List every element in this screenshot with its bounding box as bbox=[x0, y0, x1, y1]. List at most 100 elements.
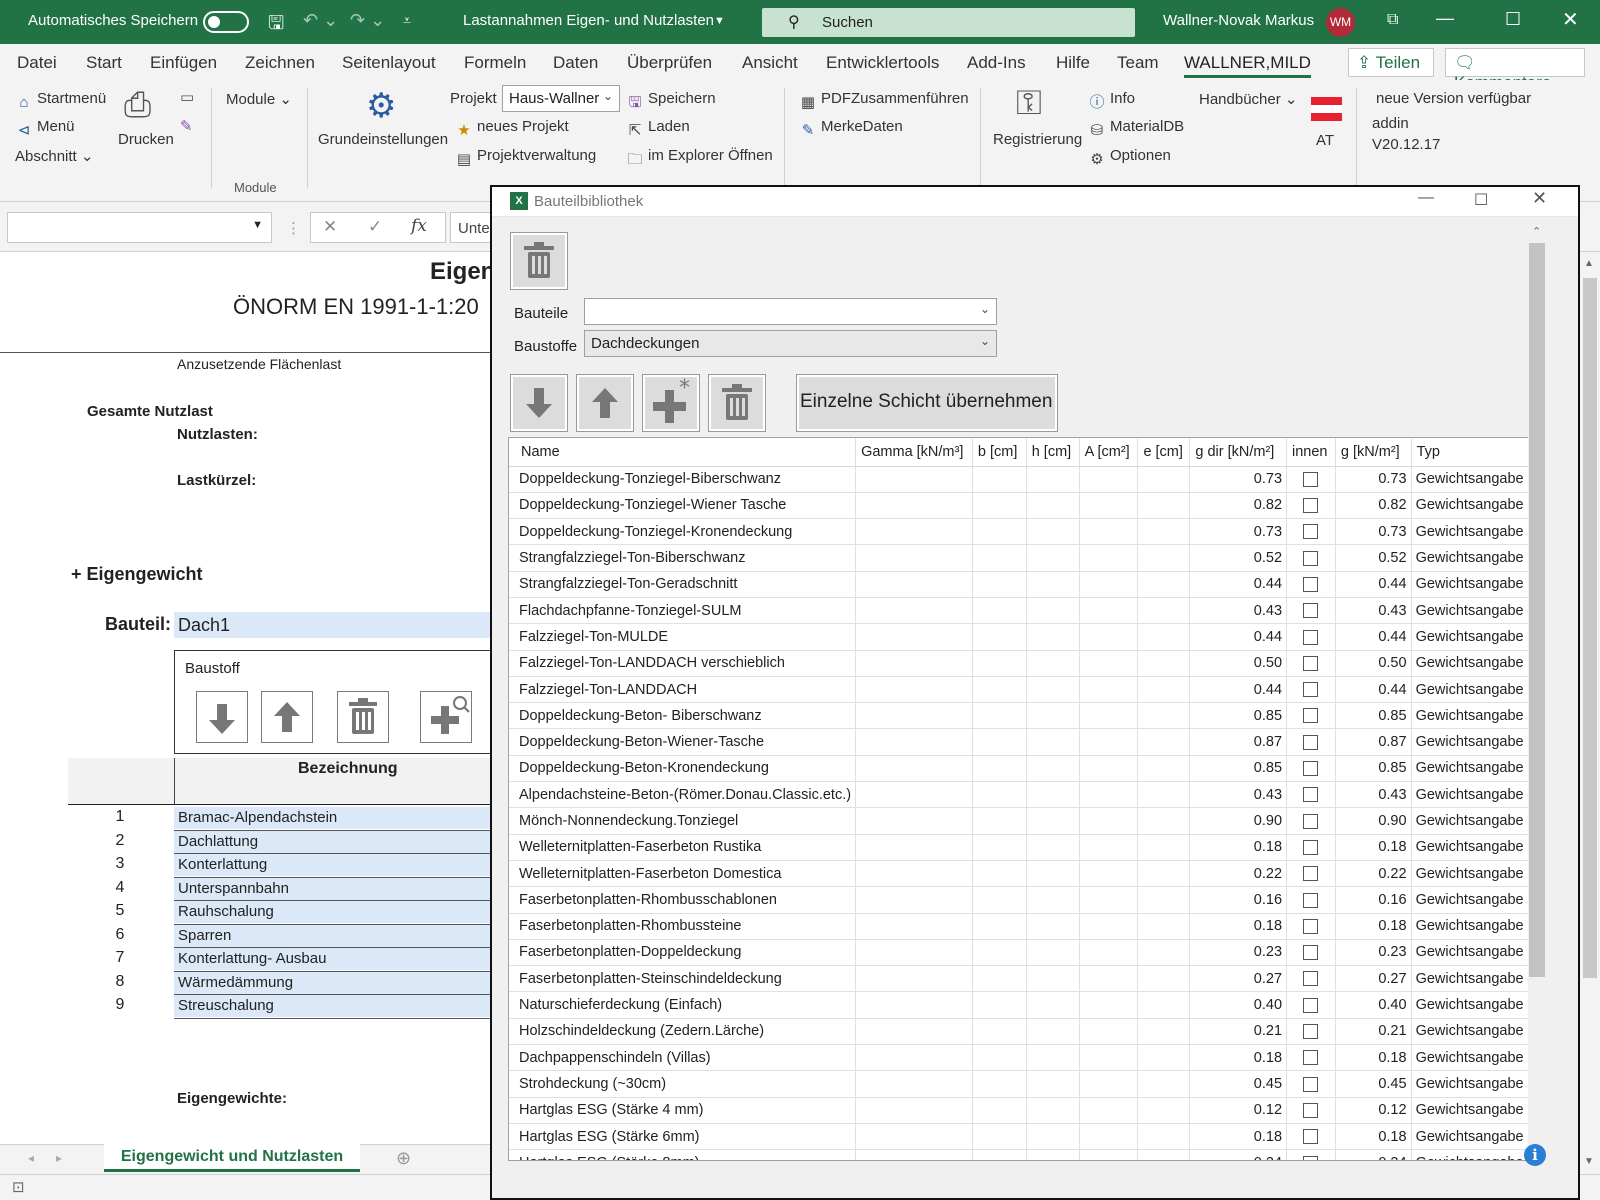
type-cell[interactable]: Gewichtsangabe bbox=[1411, 886, 1541, 914]
pdf-merge-button[interactable]: ▦ PDFZusammenführen bbox=[799, 90, 969, 112]
column-header[interactable]: innen bbox=[1286, 438, 1336, 467]
name-cell[interactable]: Faserbetonplatten-Rhombusschablonen bbox=[509, 886, 857, 914]
gamma-cell[interactable] bbox=[855, 518, 973, 546]
g-cell[interactable]: 0.16 bbox=[1335, 886, 1412, 914]
gdir-cell[interactable]: 0.18 bbox=[1189, 1044, 1288, 1072]
inside-cell[interactable] bbox=[1286, 466, 1336, 493]
document-title[interactable]: Lastannahmen Eigen- und Nutzlasten bbox=[463, 12, 714, 29]
gamma-cell[interactable] bbox=[855, 965, 973, 993]
g-cell[interactable]: 0.85 bbox=[1335, 702, 1412, 730]
inside-cell[interactable] bbox=[1286, 755, 1336, 783]
name-cell[interactable]: Faserbetonplatten-Steinschindeldeckung bbox=[509, 965, 857, 993]
settings-button[interactable]: Grundeinstellungen bbox=[318, 131, 448, 148]
function-icon[interactable]: fx bbox=[411, 216, 427, 236]
h-cell[interactable] bbox=[1026, 676, 1080, 704]
chevron-down-icon[interactable]: ▼ bbox=[714, 15, 725, 27]
name-cell[interactable]: Faserbetonplatten-Rhombussteine bbox=[509, 913, 857, 940]
type-cell[interactable]: Gewichtsangabe bbox=[1411, 1097, 1541, 1124]
table-row[interactable]: Falzziegel-Ton-LANDDACH 0.44 0.44 Gewichtsa… bbox=[509, 676, 1541, 704]
column-header[interactable]: Typ bbox=[1411, 438, 1541, 467]
b-cell[interactable] bbox=[972, 650, 1027, 677]
gdir-cell[interactable]: 0.90 bbox=[1189, 807, 1288, 835]
table-row[interactable]: Faserbetonplatten-Steinschindeldeckung 0.… bbox=[509, 965, 1541, 993]
e-cell[interactable] bbox=[1137, 597, 1191, 625]
name-cell[interactable]: Alpendachsteine-Beton-(Römer.Donau.Class… bbox=[509, 781, 857, 809]
e-cell[interactable] bbox=[1137, 965, 1191, 993]
e-cell[interactable] bbox=[1137, 702, 1191, 730]
g-cell[interactable]: 0.24 bbox=[1335, 1149, 1412, 1160]
inside-cell[interactable] bbox=[1286, 991, 1336, 1019]
b-cell[interactable] bbox=[972, 781, 1027, 809]
e-cell[interactable] bbox=[1137, 834, 1191, 861]
e-cell[interactable] bbox=[1137, 571, 1191, 598]
type-cell[interactable]: Gewichtsangabe bbox=[1411, 1018, 1541, 1046]
b-cell[interactable] bbox=[972, 886, 1027, 914]
gamma-cell[interactable] bbox=[855, 755, 973, 783]
a-cell[interactable] bbox=[1079, 1044, 1139, 1072]
worksheet[interactable]: Eigen ÖNORM EN 1991-1-1:20 Anzusetzende … bbox=[0, 252, 495, 1144]
user-name[interactable]: Wallner-Novak Markus bbox=[1163, 12, 1314, 29]
a-cell[interactable] bbox=[1079, 755, 1139, 783]
h-cell[interactable] bbox=[1026, 597, 1080, 625]
key-icon[interactable]: ⚿ bbox=[1016, 84, 1042, 123]
a-cell[interactable] bbox=[1079, 702, 1139, 730]
g-cell[interactable]: 0.40 bbox=[1335, 991, 1412, 1019]
type-cell[interactable]: Gewichtsangabe bbox=[1411, 544, 1541, 572]
new-project-button[interactable]: ★ neues Projekt bbox=[455, 118, 568, 140]
open-explorer-button[interactable]: 🗀 im Explorer Öffnen bbox=[626, 147, 772, 169]
g-cell[interactable]: 0.52 bbox=[1335, 544, 1412, 572]
add-search-button[interactable] bbox=[420, 691, 472, 743]
inside-cell[interactable] bbox=[1286, 1149, 1336, 1160]
inside-cell[interactable] bbox=[1286, 939, 1336, 967]
name-cell[interactable]: Faserbetonplatten-Doppeldeckung bbox=[509, 939, 857, 967]
g-cell[interactable]: 0.73 bbox=[1335, 466, 1412, 493]
gamma-cell[interactable] bbox=[855, 1123, 973, 1151]
type-cell[interactable]: Gewichtsangabe bbox=[1411, 1044, 1541, 1072]
name-cell[interactable]: Falzziegel-Ton-LANDDACH bbox=[509, 676, 857, 704]
type-cell[interactable]: Gewichtsangabe bbox=[1411, 702, 1541, 730]
a-cell[interactable] bbox=[1079, 623, 1139, 651]
inside-cell[interactable] bbox=[1286, 492, 1336, 520]
gdir-cell[interactable]: 0.22 bbox=[1189, 860, 1288, 888]
b-cell[interactable] bbox=[972, 518, 1027, 546]
g-cell[interactable]: 0.85 bbox=[1335, 755, 1412, 783]
inside-checkbox[interactable] bbox=[1303, 471, 1319, 487]
inside-cell[interactable] bbox=[1286, 1070, 1336, 1098]
scroll-thumb[interactable] bbox=[1583, 278, 1597, 978]
name-cell[interactable]: Doppeldeckung-Tonziegel-Wiener Tasche bbox=[509, 492, 857, 520]
b-cell[interactable] bbox=[972, 991, 1027, 1019]
column-header[interactable]: h [cm] bbox=[1026, 438, 1080, 467]
b-cell[interactable] bbox=[972, 965, 1027, 993]
a-cell[interactable] bbox=[1079, 466, 1139, 493]
inside-cell[interactable] bbox=[1286, 728, 1336, 756]
gdir-cell[interactable]: 0.44 bbox=[1189, 571, 1288, 598]
gdir-cell[interactable]: 0.87 bbox=[1189, 728, 1288, 756]
add-layer-button[interactable]: * bbox=[642, 374, 700, 432]
g-cell[interactable]: 0.22 bbox=[1335, 860, 1412, 888]
h-cell[interactable] bbox=[1026, 1018, 1080, 1046]
inside-cell[interactable] bbox=[1286, 544, 1336, 572]
e-cell[interactable] bbox=[1137, 544, 1191, 572]
table-row[interactable]: Doppeldeckung-Beton-Kronendeckung 0.85 0.8… bbox=[509, 755, 1541, 783]
inside-cell[interactable] bbox=[1286, 886, 1336, 914]
gamma-cell[interactable] bbox=[855, 623, 973, 651]
material-row-cell[interactable]: Bramac-Alpendachstein bbox=[174, 807, 490, 829]
h-cell[interactable] bbox=[1026, 755, 1080, 783]
gamma-cell[interactable] bbox=[855, 1149, 973, 1160]
type-cell[interactable]: Gewichtsangabe bbox=[1411, 939, 1541, 967]
close-icon[interactable]: ✕ bbox=[1562, 7, 1579, 32]
inside-cell[interactable] bbox=[1286, 913, 1336, 940]
e-cell[interactable] bbox=[1137, 1123, 1191, 1151]
e-cell[interactable] bbox=[1137, 886, 1191, 914]
gdir-cell[interactable]: 0.12 bbox=[1189, 1097, 1288, 1124]
gdir-cell[interactable]: 0.24 bbox=[1189, 1149, 1288, 1160]
e-cell[interactable] bbox=[1137, 913, 1191, 940]
h-cell[interactable] bbox=[1026, 1097, 1080, 1124]
gdir-cell[interactable]: 0.18 bbox=[1189, 1123, 1288, 1151]
gdir-cell[interactable]: 0.18 bbox=[1189, 913, 1288, 940]
e-cell[interactable] bbox=[1137, 728, 1191, 756]
table-row[interactable]: Holzschindeldeckung (Zedern.Lärche) 0.21 0… bbox=[509, 1018, 1541, 1046]
gamma-cell[interactable] bbox=[855, 991, 973, 1019]
delete-button[interactable] bbox=[337, 691, 389, 743]
inside-checkbox[interactable] bbox=[1303, 498, 1319, 514]
